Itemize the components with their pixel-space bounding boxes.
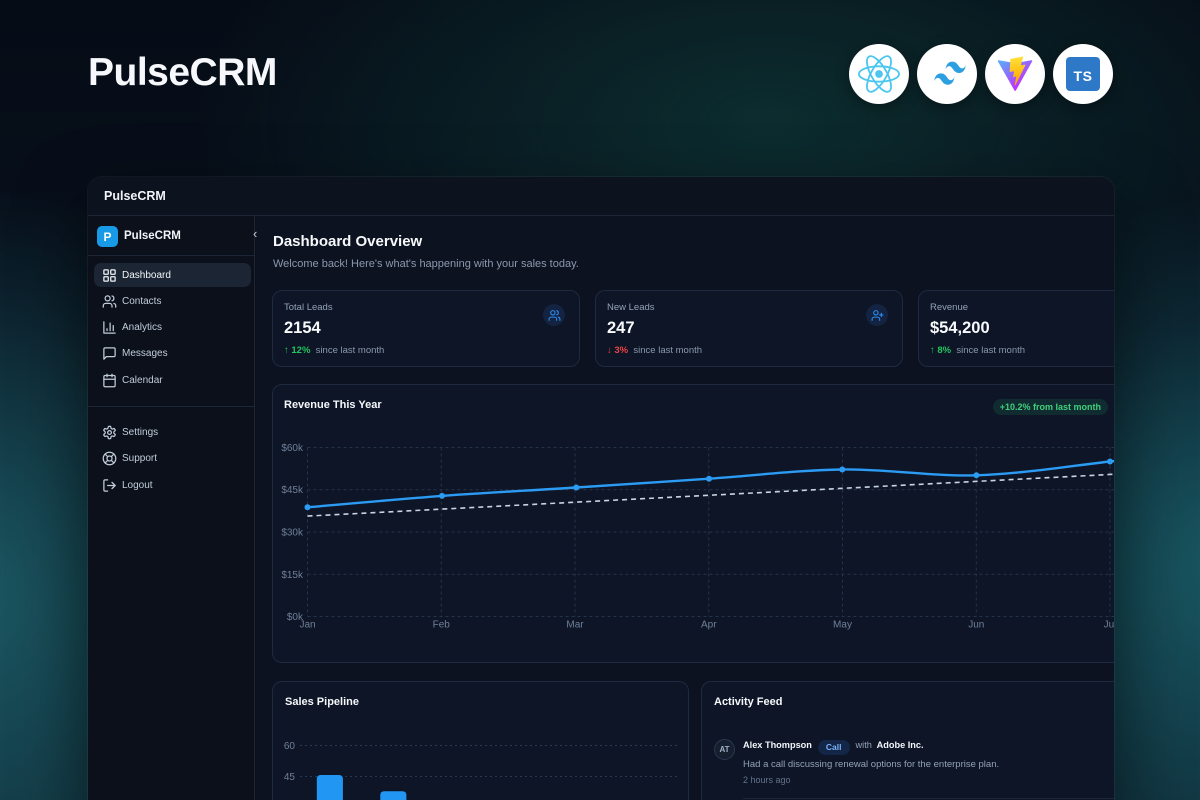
- svg-text:May: May: [833, 620, 852, 631]
- svg-text:45: 45: [284, 772, 296, 783]
- svg-text:Apr: Apr: [701, 620, 717, 631]
- svg-text:Jan: Jan: [299, 620, 315, 631]
- svg-text:$30k: $30k: [281, 528, 304, 539]
- svg-text:Feb: Feb: [433, 620, 451, 631]
- svg-text:$15k: $15k: [281, 570, 304, 581]
- svg-text:$45k: $45k: [281, 485, 304, 496]
- svg-text:Jun: Jun: [968, 620, 984, 631]
- svg-text:60: 60: [284, 741, 296, 752]
- svg-text:Jul: Jul: [1104, 620, 1114, 631]
- svg-text:$60k: $60k: [281, 443, 304, 454]
- svg-text:Mar: Mar: [566, 620, 584, 631]
